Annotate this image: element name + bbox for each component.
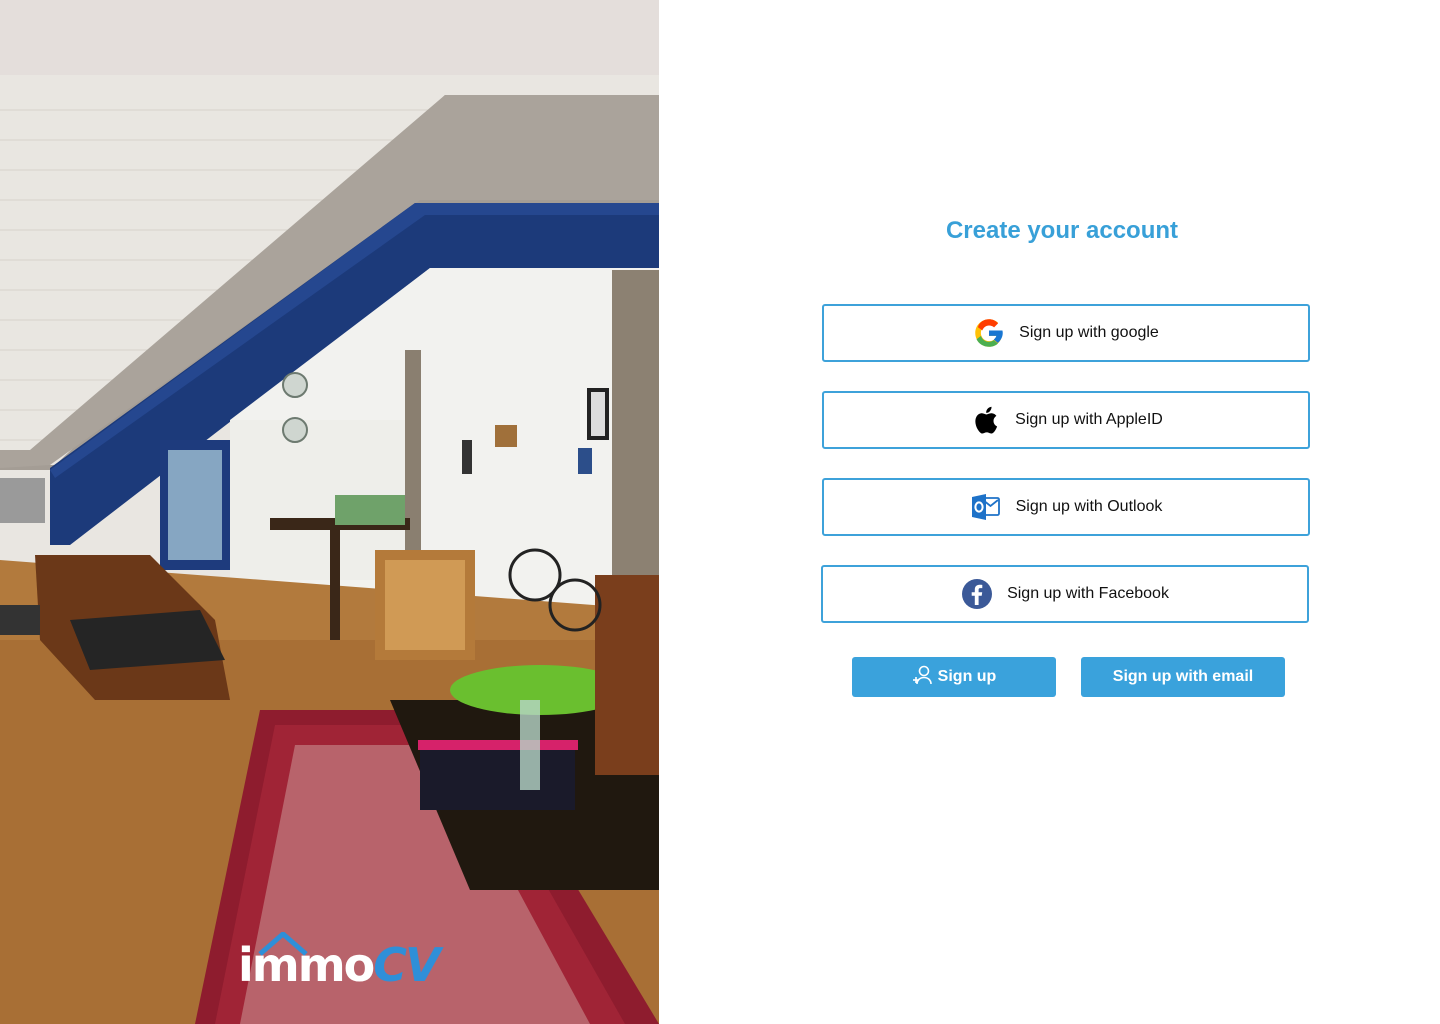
signup-apple-label: Sign up with AppleID: [1015, 411, 1163, 428]
signup-page: immoCV Create your account Sign up with …: [0, 0, 1440, 1024]
hero-image: immoCV: [0, 0, 659, 1024]
signup-button[interactable]: Sign up: [852, 657, 1056, 697]
signup-google-label: Sign up with google: [1019, 324, 1159, 341]
interior-photo: [0, 0, 659, 1024]
facebook-icon: [961, 578, 993, 610]
brand-logo-main: immo: [238, 938, 375, 992]
google-icon: [973, 317, 1005, 349]
signup-button-label: Sign up: [937, 668, 997, 685]
signup-email-button-label: Sign up with email: [1112, 668, 1254, 685]
page-title: Create your account: [945, 217, 1179, 244]
outlook-icon: [970, 491, 1002, 523]
brand-logo: immoCV: [238, 932, 441, 992]
brand-logo-text: immoCV: [238, 938, 441, 992]
signup-outlook-button[interactable]: Sign up with Outlook: [822, 478, 1310, 536]
signup-google-button[interactable]: Sign up with google: [822, 304, 1310, 362]
signup-outlook-label: Sign up with Outlook: [1015, 498, 1163, 515]
brand-logo-accent: CV: [373, 938, 440, 992]
user-plus-icon: [912, 664, 934, 691]
signup-facebook-button[interactable]: Sign up with Facebook: [821, 565, 1309, 623]
signup-facebook-label: Sign up with Facebook: [1007, 585, 1169, 602]
signup-apple-button[interactable]: Sign up with AppleID: [822, 391, 1310, 449]
signup-email-button[interactable]: Sign up with email: [1081, 657, 1285, 697]
apple-icon: [969, 404, 1001, 436]
